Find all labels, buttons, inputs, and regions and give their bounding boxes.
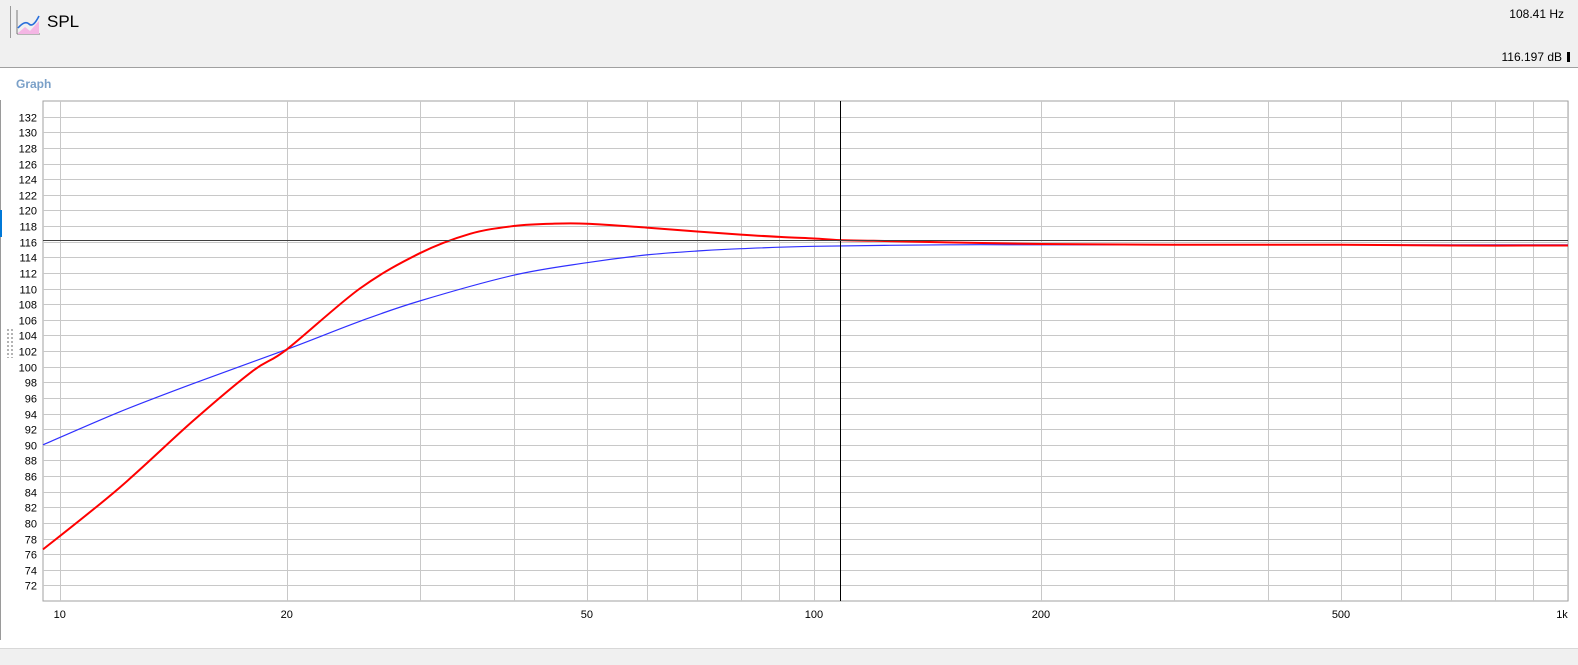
y-tick-label: 108 bbox=[19, 300, 37, 312]
y-tick-label: 78 bbox=[25, 535, 37, 547]
axis-ticks: 72 74 76 78 80 82 84 86 88 90 92 94 96 98 100 102 104 106… bbox=[19, 113, 1569, 622]
readout-marker bbox=[1567, 52, 1570, 62]
y-tick-label: 82 bbox=[25, 503, 37, 515]
x-tick-label: 10 bbox=[54, 609, 66, 621]
y-tick-label: 84 bbox=[25, 488, 37, 500]
y-tick-label: 120 bbox=[19, 206, 37, 218]
grid bbox=[42, 100, 1569, 602]
y-tick-label: 72 bbox=[25, 581, 37, 593]
toolbar-separator bbox=[10, 6, 11, 38]
y-tick-label: 96 bbox=[25, 394, 37, 406]
y-tick-label: 104 bbox=[19, 331, 37, 343]
x-tick-label: 1k bbox=[1556, 609, 1568, 621]
x-tick-label: 100 bbox=[805, 609, 823, 621]
y-tick-label: 130 bbox=[19, 128, 37, 140]
y-tick-label: 118 bbox=[19, 222, 37, 234]
x-tick-label: 20 bbox=[281, 609, 293, 621]
tool-title: SPL bbox=[47, 12, 80, 31]
y-tick-label: 110 bbox=[19, 285, 37, 297]
y-tick-label: 122 bbox=[19, 191, 37, 203]
y-tick-label: 116 bbox=[19, 238, 37, 250]
x-tick-label: 50 bbox=[581, 609, 593, 621]
y-tick-label: 74 bbox=[25, 566, 37, 578]
y-tick-label: 98 bbox=[25, 378, 37, 390]
y-tick-label: 92 bbox=[25, 425, 37, 437]
y-tick-label: 94 bbox=[25, 410, 37, 422]
series-line-red bbox=[42, 222, 1569, 551]
x-tick-label: 500 bbox=[1332, 609, 1350, 621]
y-tick-label: 132 bbox=[19, 113, 37, 125]
frequency-readout: 108.41 Hz bbox=[1509, 7, 1564, 21]
y-tick-label: 112 bbox=[19, 269, 37, 281]
y-tick-label: 86 bbox=[25, 472, 37, 484]
series-layer bbox=[42, 222, 1569, 551]
x-tick-label: 200 bbox=[1032, 609, 1050, 621]
y-tick-label: 80 bbox=[25, 519, 37, 531]
y-tick-label: 126 bbox=[19, 160, 37, 172]
y-tick-label: 114 bbox=[19, 253, 37, 265]
y-tick-label: 124 bbox=[19, 175, 37, 187]
y-tick-label: 88 bbox=[25, 456, 37, 468]
y-tick-label: 102 bbox=[19, 347, 37, 359]
y-tick-label: 128 bbox=[19, 144, 37, 156]
y-tick-label: 106 bbox=[19, 316, 37, 328]
spl-chart[interactable]: 72 74 76 78 80 82 84 86 88 90 92 94 96 98 100 102 104 106… bbox=[0, 95, 1578, 625]
status-bar bbox=[0, 648, 1578, 665]
toolbar: SPL 108.41 Hz 116.197 dB bbox=[0, 0, 1578, 68]
y-tick-label: 100 bbox=[19, 363, 37, 375]
level-readout: 116.197 dB bbox=[1501, 50, 1563, 64]
spl-graph-icon[interactable] bbox=[15, 8, 41, 36]
y-tick-label: 76 bbox=[25, 550, 37, 562]
y-tick-label: 90 bbox=[25, 441, 37, 453]
panel-label: Graph bbox=[16, 77, 52, 91]
